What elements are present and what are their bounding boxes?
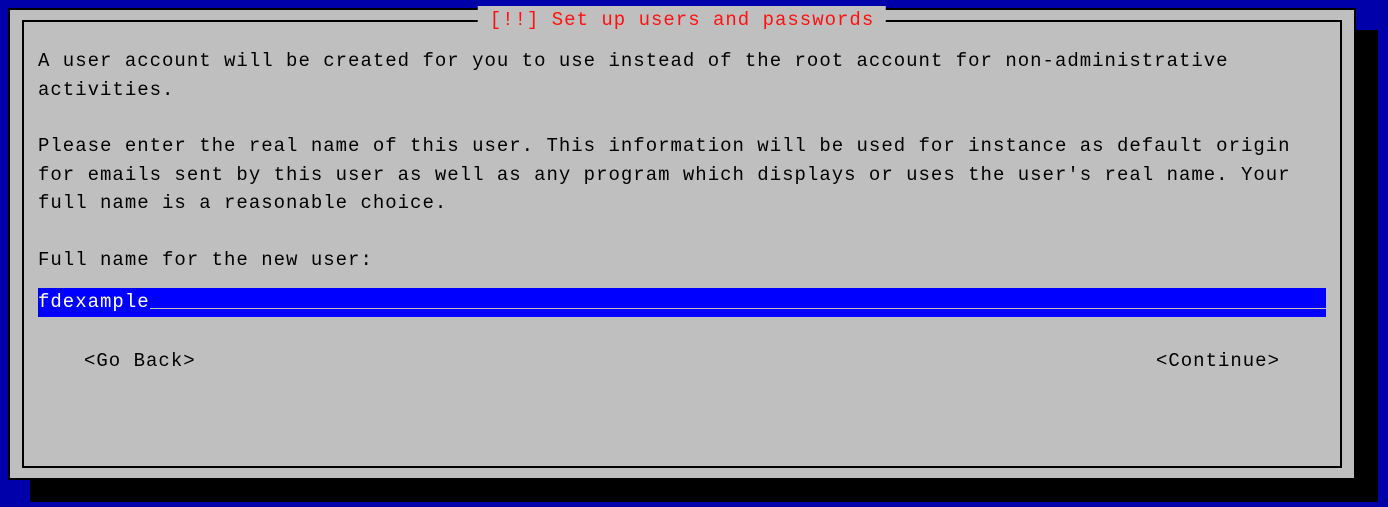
input-underline-fill xyxy=(150,288,1326,317)
input-value-text: fdexample xyxy=(38,288,150,317)
full-name-input[interactable]: fdexample xyxy=(38,288,1326,317)
dialog-inner-frame: [!!] Set up users and passwords A user a… xyxy=(22,20,1342,468)
description-paragraph-2: Please enter the real name of this user.… xyxy=(38,132,1326,218)
input-label: Full name for the new user: xyxy=(38,246,1326,275)
dialog-title: [!!] Set up users and passwords xyxy=(478,6,886,35)
description-paragraph-1: A user account will be created for you t… xyxy=(38,47,1326,104)
dialog-buttons-row: <Go Back> <Continue> xyxy=(38,347,1326,376)
continue-button[interactable]: <Continue> xyxy=(1156,347,1280,376)
go-back-button[interactable]: <Go Back> xyxy=(84,347,196,376)
installer-dialog: [!!] Set up users and passwords A user a… xyxy=(8,8,1356,480)
